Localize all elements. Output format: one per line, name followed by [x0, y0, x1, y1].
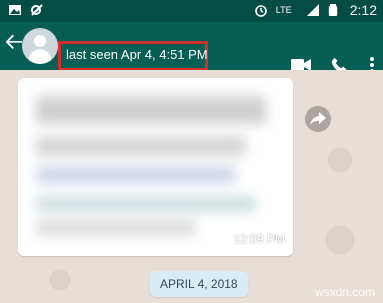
blurred-line [36, 136, 246, 156]
lte-signal-icon: LTE [276, 3, 298, 17]
battery-icon [328, 3, 342, 17]
blurred-line [36, 221, 196, 235]
avatar-head-shape [34, 35, 46, 47]
alarm-icon [254, 3, 268, 17]
blurred-line [36, 196, 256, 212]
message-bubble[interactable]: 12:09 PM [18, 78, 293, 256]
message-time: 12:09 PM [233, 232, 285, 246]
status-time: 2:12 [349, 2, 377, 18]
muted-notification-icon [30, 3, 44, 17]
status-bar: LTE 2:12 [0, 0, 383, 22]
date-separator: APRIL 4, 2018 [150, 271, 248, 297]
status-left-icons [8, 3, 44, 17]
status-right: LTE 2:12 [254, 2, 377, 18]
blurred-line [36, 96, 266, 124]
signal-icon [306, 3, 320, 17]
avatar[interactable] [22, 28, 58, 64]
forward-icon [310, 112, 326, 125]
back-arrow-icon[interactable] [4, 32, 24, 57]
last-seen-text: last seen Apr 4, 4:51 PM [66, 47, 208, 62]
avatar-body-shape [29, 49, 51, 64]
blurred-message-content [26, 86, 284, 248]
watermark: wsxdn.com [314, 285, 375, 299]
gallery-icon [8, 3, 22, 17]
blurred-link [36, 166, 236, 184]
forward-button[interactable] [305, 106, 331, 132]
network-type: LTE [275, 5, 292, 15]
